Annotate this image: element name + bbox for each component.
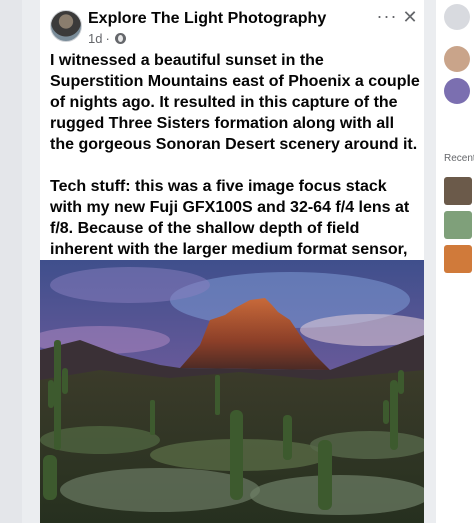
recent-thumbnail[interactable] xyxy=(444,245,472,273)
post-meta: 1d · xyxy=(88,31,126,46)
post-timestamp[interactable]: 1d xyxy=(88,31,102,46)
post-header: Explore The Light Photography 1d · ··· ✕ xyxy=(40,0,424,50)
recent-thumbnail[interactable] xyxy=(444,211,472,239)
close-button[interactable]: ✕ xyxy=(400,8,420,28)
post-paragraph: I witnessed a beautiful sunset in the Su… xyxy=(50,52,420,153)
close-icon: ✕ xyxy=(402,7,418,27)
contact-avatar[interactable] xyxy=(444,46,470,72)
right-sidebar: Recent xyxy=(436,0,474,523)
contact-avatar[interactable] xyxy=(444,78,470,104)
recent-thumbnail[interactable] xyxy=(444,177,472,205)
more-options-button[interactable]: ··· xyxy=(376,7,398,26)
left-gutter xyxy=(0,0,22,523)
post-photo[interactable] xyxy=(40,260,424,523)
more-icon: ··· xyxy=(376,6,398,26)
post-card: Explore The Light Photography 1d · ··· ✕… xyxy=(40,0,424,523)
globe-icon xyxy=(114,33,126,44)
recent-label: Recent xyxy=(444,153,474,164)
page-avatar[interactable] xyxy=(50,10,82,42)
page-name-link[interactable]: Explore The Light Photography xyxy=(88,10,326,28)
meta-separator: · xyxy=(105,31,110,46)
contact-avatar[interactable] xyxy=(444,4,470,30)
